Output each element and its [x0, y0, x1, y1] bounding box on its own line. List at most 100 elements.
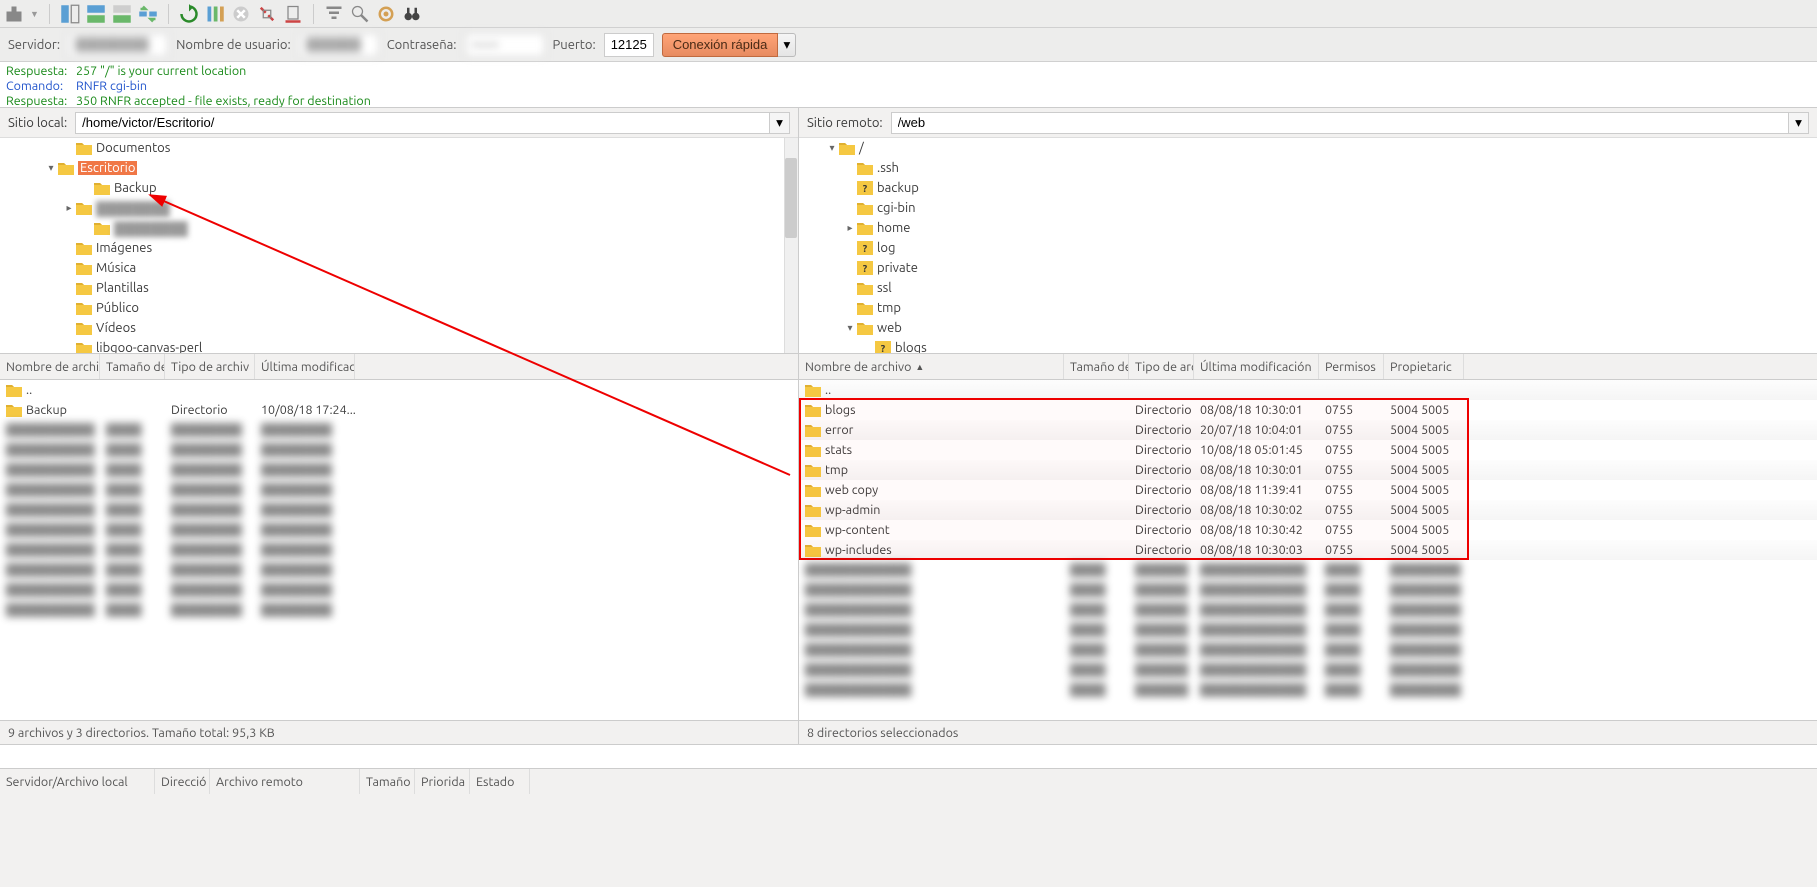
column-header[interactable]: Tamaño — [360, 769, 415, 794]
list-item[interactable]: .. — [799, 380, 1817, 400]
list-item[interactable]: ██████████████████████████████ — [0, 540, 798, 560]
main-toolbar: ▼ — [0, 0, 1817, 28]
binoculars-icon[interactable] — [402, 4, 422, 24]
list-item[interactable]: ██████████████████████████████ — [0, 460, 798, 480]
column-header[interactable]: Estado — [470, 769, 530, 794]
disconnect-icon[interactable] — [257, 4, 277, 24]
tree-node[interactable]: Imágenes — [0, 238, 798, 258]
column-header[interactable]: Tipo de archiv — [165, 354, 255, 379]
tree-node[interactable]: ▾/ — [799, 138, 1817, 158]
port-input[interactable] — [604, 33, 654, 57]
local-file-list[interactable]: ..BackupDirectorio10/08/18 17:24...█████… — [0, 380, 798, 720]
tree-node[interactable]: Plantillas — [0, 278, 798, 298]
process-queue-icon[interactable] — [205, 4, 225, 24]
column-header[interactable]: Propietaric — [1384, 354, 1464, 379]
column-header[interactable]: Priorida — [415, 769, 470, 794]
remote-file-list[interactable]: ..blogsDirectorio08/08/18 10:30:01075550… — [799, 380, 1817, 720]
search-icon[interactable] — [376, 4, 396, 24]
tree-node[interactable]: Música — [0, 258, 798, 278]
tree-node[interactable]: tmp — [799, 298, 1817, 318]
local-path-dropdown[interactable]: ▾ — [770, 112, 790, 134]
tree-node[interactable]: ?blogs — [799, 338, 1817, 354]
list-item[interactable]: ████████████████████████████████████████… — [799, 600, 1817, 620]
tree-node[interactable]: ▾web — [799, 318, 1817, 338]
tree-node[interactable]: .ssh — [799, 158, 1817, 178]
column-header[interactable]: Permisos — [1319, 354, 1384, 379]
remote-tree[interactable]: ▾/.ssh?backupcgi-bin▸home?log?privatessl… — [799, 138, 1817, 354]
list-item[interactable]: blogsDirectorio08/08/18 10:30:0107555004… — [799, 400, 1817, 420]
local-tree-scrollbar[interactable] — [784, 138, 798, 353]
tree-node[interactable]: Público — [0, 298, 798, 318]
column-header[interactable]: Direcció — [155, 769, 210, 794]
refresh-icon[interactable] — [179, 4, 199, 24]
pass-input[interactable] — [465, 33, 545, 57]
site-manager-icon[interactable] — [4, 4, 24, 24]
list-item[interactable]: statsDirectorio10/08/18 05:01:4507555004… — [799, 440, 1817, 460]
column-header[interactable]: Tamaño de — [100, 354, 165, 379]
list-item[interactable]: ██████████████████████████████ — [0, 560, 798, 580]
tree-node[interactable]: ████████ — [0, 218, 798, 238]
list-item[interactable]: ██████████████████████████████ — [0, 520, 798, 540]
column-header[interactable]: Servidor/Archivo local — [0, 769, 155, 794]
tree-node[interactable]: ?private — [799, 258, 1817, 278]
dir-compare-icon[interactable] — [350, 4, 370, 24]
column-header[interactable]: Tipo de arc — [1129, 354, 1194, 379]
list-item[interactable]: web copyDirectorio08/08/18 11:39:4107555… — [799, 480, 1817, 500]
folder-icon — [805, 403, 821, 417]
list-item[interactable]: ████████████████████████████████████████… — [799, 640, 1817, 660]
toggle-local-icon[interactable] — [60, 4, 80, 24]
message-log[interactable]: Respuesta:257 "/" is your current locati… — [0, 62, 1817, 108]
quickconnect-button[interactable]: Conexión rápida — [662, 33, 779, 57]
column-header[interactable]: Nombre de archivo▲ — [799, 354, 1064, 379]
dropdown-icon[interactable]: ▼ — [30, 9, 39, 19]
tree-node[interactable]: ▸████████ — [0, 198, 798, 218]
tree-node[interactable]: ?log — [799, 238, 1817, 258]
column-header[interactable]: Tamaño de — [1064, 354, 1129, 379]
list-item[interactable]: wp-includesDirectorio08/08/18 10:30:0307… — [799, 540, 1817, 560]
column-header[interactable]: Nombre de archiv — [0, 354, 100, 379]
tree-node[interactable]: Vídeos — [0, 318, 798, 338]
tree-node[interactable]: ssl — [799, 278, 1817, 298]
list-item[interactable]: ████████████████████████████████████████… — [799, 660, 1817, 680]
list-item[interactable]: .. — [0, 380, 798, 400]
list-item[interactable]: ██████████████████████████████ — [0, 580, 798, 600]
user-input[interactable] — [299, 33, 379, 57]
reconnect-icon[interactable] — [283, 4, 303, 24]
list-item[interactable]: ██████████████████████████████ — [0, 440, 798, 460]
cancel-icon[interactable] — [231, 4, 251, 24]
list-item[interactable]: wp-adminDirectorio08/08/18 10:30:0207555… — [799, 500, 1817, 520]
column-header[interactable]: Última modificación — [1194, 354, 1319, 379]
list-item[interactable]: ██████████████████████████████ — [0, 480, 798, 500]
list-item[interactable]: tmpDirectorio08/08/18 10:30:0107555004 5… — [799, 460, 1817, 480]
local-path-input[interactable] — [75, 112, 770, 134]
list-item[interactable]: ████████████████████████████████████████… — [799, 560, 1817, 580]
tree-node[interactable]: ▸home — [799, 218, 1817, 238]
host-input[interactable] — [68, 33, 168, 57]
tree-node[interactable]: ?backup — [799, 178, 1817, 198]
toggle-remote-icon[interactable] — [86, 4, 106, 24]
local-tree[interactable]: Documentos▾EscritorioBackup▸████████████… — [0, 138, 798, 354]
remote-path-input[interactable] — [891, 112, 1789, 134]
list-item[interactable]: BackupDirectorio10/08/18 17:24... — [0, 400, 798, 420]
tree-node[interactable]: cgi-bin — [799, 198, 1817, 218]
list-item[interactable]: ████████████████████████████████████████… — [799, 680, 1817, 700]
list-item[interactable]: wp-contentDirectorio08/08/18 10:30:42075… — [799, 520, 1817, 540]
list-item[interactable]: ████████████████████████████████████████… — [799, 580, 1817, 600]
list-item[interactable]: ████████████████████████████████████████… — [799, 620, 1817, 640]
folder-icon — [805, 383, 821, 397]
remote-path-dropdown[interactable]: ▾ — [1789, 112, 1809, 134]
list-item[interactable]: ██████████████████████████████ — [0, 420, 798, 440]
column-header[interactable]: Archivo remoto — [210, 769, 360, 794]
quickconnect-dropdown[interactable]: ▾ — [778, 33, 796, 57]
tree-node[interactable]: libgoo-canvas-perl — [0, 338, 798, 354]
list-item[interactable]: ██████████████████████████████ — [0, 600, 798, 620]
list-item[interactable]: errorDirectorio20/07/18 10:04:0107555004… — [799, 420, 1817, 440]
filter-icon[interactable] — [324, 4, 344, 24]
tree-node[interactable]: Documentos — [0, 138, 798, 158]
tree-node[interactable]: Backup — [0, 178, 798, 198]
column-header[interactable]: Última modificac — [255, 354, 355, 379]
toggle-transfer-icon[interactable] — [112, 4, 132, 24]
list-item[interactable]: ██████████████████████████████ — [0, 500, 798, 520]
tree-node[interactable]: ▾Escritorio — [0, 158, 798, 178]
sync-browse-icon[interactable] — [138, 4, 158, 24]
